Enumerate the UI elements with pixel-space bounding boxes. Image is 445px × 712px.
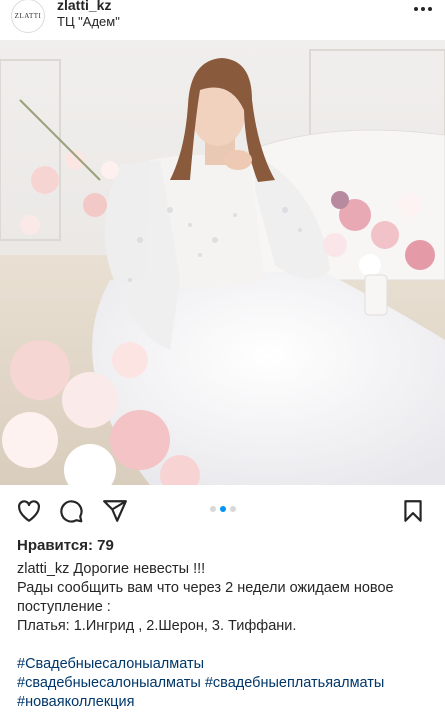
carousel-indicator [0, 506, 445, 512]
post-photo[interactable] [0, 40, 445, 485]
avatar[interactable]: ZLATTI [11, 0, 45, 33]
carousel-dot [209, 506, 216, 512]
bookmark-icon[interactable] [400, 498, 426, 524]
bride-photo [0, 40, 445, 485]
post-header: ZLATTI zlatti_kz ТЦ "Адем" [0, 0, 445, 40]
caption-line-2: Рады сообщить вам что через 2 недели ожи… [17, 580, 394, 615]
hashtag-link[interactable]: #Свадебныесалоныалматы [17, 656, 204, 672]
post-caption: zlatti_kz Дорогие невесты !!! Рады сообщ… [17, 560, 437, 636]
caption-line-3: Платья: 1.Ингрид , 2.Шерон, 3. Тиффани. [17, 618, 297, 634]
more-horizontal-icon[interactable] [411, 5, 435, 13]
caption-username[interactable]: zlatti_kz [17, 561, 69, 577]
carousel-dot [229, 506, 236, 512]
carousel-dot-active [219, 506, 226, 512]
hashtag-link[interactable]: #свадебныесалоныалматы [17, 675, 201, 691]
hashtags: #Свадебныесалоныалматы #свадебныесалоныа… [17, 655, 437, 712]
hashtag-link[interactable]: #свадебныеплатьяалматы [205, 675, 385, 691]
post-location[interactable]: ТЦ "Адем" [57, 14, 120, 29]
post-username[interactable]: zlatti_kz [57, 0, 111, 13]
likes-count[interactable]: Нравится: 79 [17, 537, 114, 554]
caption-line-1: Дорогие невесты !!! [73, 561, 206, 577]
hashtag-link[interactable]: #новаяколлекция [17, 694, 134, 710]
post-actions [0, 490, 445, 530]
avatar-logo-text: ZLATTI [14, 12, 42, 20]
